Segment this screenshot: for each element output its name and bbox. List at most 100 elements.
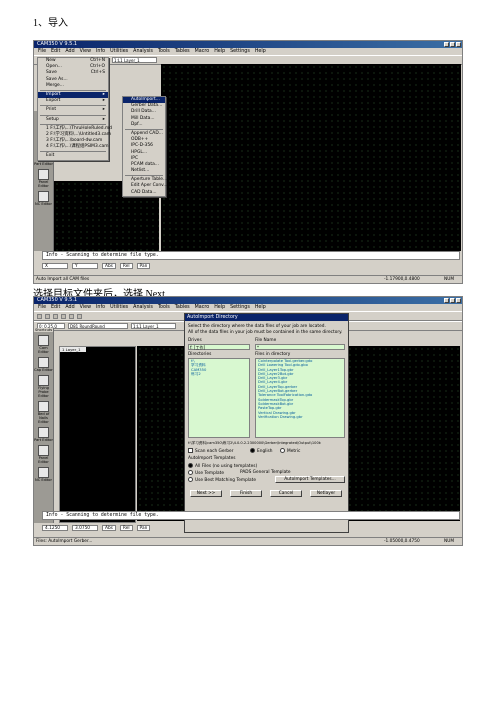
- panel-editor-icon[interactable]: [38, 169, 49, 180]
- dialog-hint: Select the directory where the data file…: [188, 324, 326, 329]
- use-template-option[interactable]: Use Template: [188, 470, 224, 476]
- import-menu-item[interactable]: CAD Data...: [123, 190, 165, 196]
- layer-panel: 1 Layer_1: [59, 346, 136, 523]
- rel-button[interactable]: Rel: [119, 525, 133, 531]
- import-menu-item[interactable]: Netlist...: [123, 168, 165, 174]
- close-button[interactable]: [456, 298, 461, 303]
- drives-select[interactable]: f: [工作]: [188, 344, 250, 350]
- english-option[interactable]: English: [250, 448, 273, 454]
- menu-item-print[interactable]: Print ▸: [38, 107, 108, 113]
- template-name: PADS General Template: [240, 470, 291, 475]
- status-text: Files: AutoImport Gerber...: [36, 539, 93, 544]
- drawing-canvas[interactable]: [161, 64, 461, 251]
- all-files-option[interactable]: All Files (no using templates): [188, 463, 257, 469]
- layer-row[interactable]: 1 Layer_1: [60, 347, 86, 352]
- open-icon[interactable]: [45, 313, 50, 319]
- directory-item[interactable]: 练习2: [189, 372, 249, 376]
- file-list[interactable]: Cointerpolate Toxi.gerber.gdo Drill Lower…: [255, 358, 345, 438]
- menu-analysis[interactable]: Analysis: [133, 48, 153, 55]
- menu-tables[interactable]: Tables: [175, 48, 190, 55]
- editor-icon[interactable]: [38, 335, 49, 346]
- scan-each-option[interactable]: Scan each Gerber: [188, 448, 233, 454]
- menu-macro[interactable]: Macro: [195, 48, 210, 55]
- minimize-button[interactable]: [444, 298, 449, 303]
- menu-edit[interactable]: Edit: [51, 304, 60, 311]
- menu-item-merge[interactable]: Merge...: [38, 83, 108, 89]
- abs-button[interactable]: Abs: [102, 263, 116, 269]
- close-button[interactable]: [456, 42, 461, 47]
- window-title: CAM350 V 9.5.1: [37, 297, 78, 303]
- menu-settings[interactable]: Settings: [230, 304, 250, 311]
- menu-add[interactable]: Add: [65, 304, 74, 311]
- menu-settings[interactable]: Settings: [230, 48, 250, 55]
- menu-view[interactable]: View: [80, 48, 91, 55]
- menu-edit[interactable]: Edit: [51, 48, 60, 55]
- menu-file[interactable]: File: [38, 304, 46, 311]
- file-item[interactable]: Verification Drawing.gbr: [256, 415, 344, 419]
- aperture-select[interactable]: D81 RoundRound: [68, 323, 128, 329]
- editor-icon[interactable]: [38, 357, 49, 368]
- editor-icon[interactable]: [38, 445, 49, 456]
- autoimport-templates-button[interactable]: AutoImport Templates...: [275, 476, 345, 483]
- zoom-icon[interactable]: [69, 313, 74, 319]
- menu-help[interactable]: Help: [255, 304, 266, 311]
- maximize-button[interactable]: [450, 298, 455, 303]
- file-name-input[interactable]: *: [255, 344, 345, 350]
- menu-tables[interactable]: Tables: [175, 304, 190, 311]
- menu-file[interactable]: File: [38, 48, 46, 55]
- metric-option[interactable]: Metric: [280, 448, 300, 454]
- pan-button[interactable]: Pan: [136, 525, 151, 531]
- editor-icon[interactable]: [38, 467, 49, 478]
- sidebar-label: NC Editor: [35, 478, 52, 482]
- next-button[interactable]: Next >>: [190, 490, 222, 497]
- menu-macro[interactable]: Macro: [195, 304, 210, 311]
- layer-select[interactable]: 1:L1 Layer_1: [112, 57, 157, 63]
- menu-bar: File Edit Add View Info Utilities Analysis Tool…: [34, 304, 462, 311]
- menu-tools[interactable]: Tools: [158, 48, 170, 55]
- menu-info[interactable]: Info: [96, 304, 105, 311]
- import-menu-item[interactable]: Dpf...: [123, 122, 165, 128]
- abs-button[interactable]: Abs: [102, 525, 116, 531]
- netlayer-button[interactable]: Netlayer: [310, 490, 342, 497]
- editor-sidebar: Shortcuts Cam Editor Cap Editor Flying Pro…: [34, 328, 54, 523]
- cam350-window-import: CAM350 V 9.5.1 File Edit Add View Info Utilit…: [33, 40, 463, 284]
- recent-file-4[interactable]: 4 F:\工作\...\课程组PSIM3.cam: [38, 144, 109, 150]
- menu-utilities[interactable]: Utilities: [110, 48, 128, 55]
- menu-item-setup[interactable]: Setup ▸: [38, 117, 108, 123]
- rel-button[interactable]: Rel: [119, 263, 133, 269]
- print-icon[interactable]: [61, 313, 66, 319]
- templates-label: AutoImport Templates: [188, 456, 236, 461]
- y-coordinate: Y: [72, 263, 98, 269]
- sidebar-label: Cam Editor: [38, 346, 49, 354]
- directory-list[interactable]: f:\ 学习资料 CAM350 练习2: [188, 358, 250, 438]
- layer-select[interactable]: 1:L1 Layer_1: [131, 323, 176, 329]
- editor-icon[interactable]: [38, 427, 49, 438]
- import-submenu: AutoImport... Gerber Data... Drill Data...…: [122, 96, 168, 197]
- save-icon[interactable]: [53, 313, 58, 319]
- menu-add[interactable]: Add: [65, 48, 74, 55]
- pan-button[interactable]: Pan: [136, 263, 151, 269]
- status-num: NUM: [444, 277, 455, 282]
- redraw-icon[interactable]: [77, 313, 82, 319]
- menu-view[interactable]: View: [80, 304, 91, 311]
- menu-item-export[interactable]: Export ▸: [38, 98, 108, 104]
- menu-help[interactable]: Help: [214, 48, 225, 55]
- sidebar-label: Flying Probe Editor: [38, 386, 49, 398]
- nc-editor-icon[interactable]: [38, 191, 49, 202]
- menu-tools[interactable]: Tools: [158, 304, 170, 311]
- minimize-button[interactable]: [444, 42, 449, 47]
- menu-utilities[interactable]: Utilities: [110, 304, 128, 311]
- finish-button[interactable]: Finish: [230, 490, 262, 497]
- menu-analysis[interactable]: Analysis: [133, 304, 153, 311]
- editor-icon[interactable]: [38, 375, 49, 386]
- maximize-button[interactable]: [450, 42, 455, 47]
- best-template-option[interactable]: Use Best Matching Template: [188, 477, 256, 483]
- menu-help[interactable]: Help: [214, 304, 225, 311]
- menu-help[interactable]: Help: [255, 48, 266, 55]
- menu-item-exit[interactable]: Exit: [38, 153, 108, 159]
- drives-label: Drives: [188, 338, 202, 343]
- menu-info[interactable]: Info: [96, 48, 105, 55]
- editor-icon[interactable]: [38, 401, 49, 412]
- cancel-button[interactable]: Cancel: [270, 490, 302, 497]
- new-icon[interactable]: [37, 313, 42, 319]
